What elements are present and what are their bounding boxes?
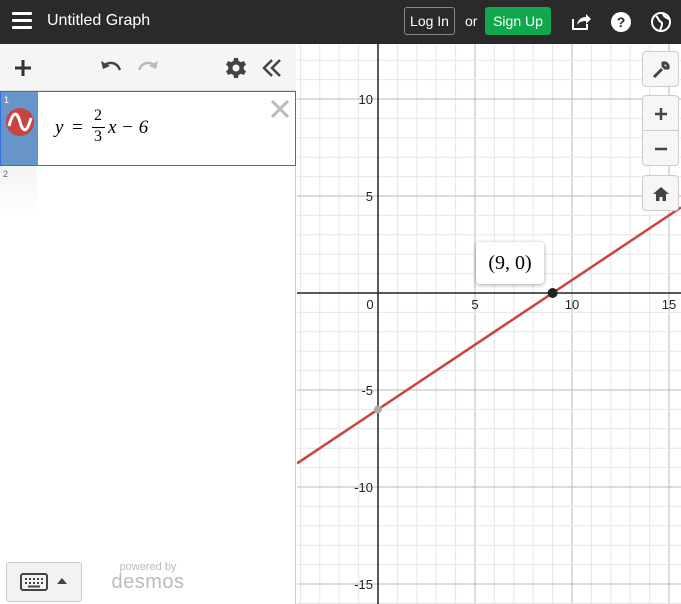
- share-icon[interactable]: [570, 11, 592, 33]
- math-numerator: 2: [94, 107, 102, 124]
- x-tick-label: 15: [662, 297, 676, 312]
- login-button[interactable]: Log In: [404, 7, 455, 35]
- signup-button[interactable]: Sign Up: [485, 7, 551, 35]
- globe-icon[interactable]: [650, 11, 672, 33]
- hamburger-icon[interactable]: [12, 12, 32, 32]
- or-label: or: [465, 13, 478, 29]
- zoom-in-button[interactable]: [642, 95, 679, 131]
- double-chevron-left-icon[interactable]: [260, 56, 284, 80]
- math-lhs: y: [55, 117, 64, 138]
- top-bar: Untitled Graph Log In or Sign Up ?: [0, 0, 681, 44]
- math-equals: =: [72, 117, 83, 138]
- graph-background: [297, 44, 681, 604]
- graph-canvas[interactable]: 0 5 10 15 10 5 -5 -10 -15: [297, 44, 681, 604]
- expression-row-empty[interactable]: 2: [0, 166, 37, 214]
- plus-icon[interactable]: [11, 56, 35, 80]
- graph-settings-button[interactable]: [642, 51, 679, 87]
- keyboard-toggle-button[interactable]: [6, 562, 82, 602]
- home-icon: [653, 187, 669, 201]
- zoom-home-button[interactable]: [642, 175, 679, 211]
- wave-icon[interactable]: [5, 107, 35, 137]
- y-tick-label: 10: [359, 92, 373, 107]
- desmos-logo: desmos: [111, 571, 185, 593]
- x-tick-label: 10: [565, 297, 579, 312]
- x-intercept-point: [547, 288, 558, 298]
- caret-up-icon: [57, 578, 67, 584]
- help-icon[interactable]: ?: [610, 11, 632, 33]
- expression-list: 1 y = 2 3 x − 6 2: [0, 91, 296, 604]
- expression-row[interactable]: 1 y = 2 3 x − 6: [0, 91, 296, 166]
- point-label[interactable]: (9, 0): [476, 242, 544, 284]
- x-tick-label: 0: [366, 297, 373, 312]
- wrench-icon: [652, 61, 670, 79]
- y-tick-label: -10: [354, 480, 373, 495]
- undo-icon[interactable]: [99, 56, 123, 80]
- expression-index: 1: [4, 95, 10, 105]
- expression-toolbar: [0, 44, 296, 91]
- math-rest: x − 6: [108, 117, 149, 138]
- y-tick-label: -5: [361, 383, 373, 398]
- expression-color-tab[interactable]: 1: [1, 92, 38, 165]
- y-tick-label: -15: [354, 577, 373, 592]
- gear-icon[interactable]: [224, 56, 248, 80]
- math-denominator: 3: [94, 128, 102, 145]
- close-icon[interactable]: [269, 98, 291, 120]
- powered-by-desmos[interactable]: powered by desmos: [108, 561, 188, 594]
- graph-title[interactable]: Untitled Graph: [47, 12, 150, 30]
- svg-text:?: ?: [617, 14, 626, 30]
- x-tick-label: 5: [471, 297, 478, 312]
- y-tick-label: 5: [366, 189, 373, 204]
- y-intercept-point: [374, 405, 382, 414]
- redo-icon[interactable]: [136, 56, 160, 80]
- keyboard-icon: [20, 573, 48, 591]
- zoom-out-button[interactable]: [642, 130, 679, 166]
- zoom-out-icon: [655, 147, 667, 151]
- expression-index: 2: [3, 169, 9, 179]
- zoom-in-icon: [655, 108, 667, 120]
